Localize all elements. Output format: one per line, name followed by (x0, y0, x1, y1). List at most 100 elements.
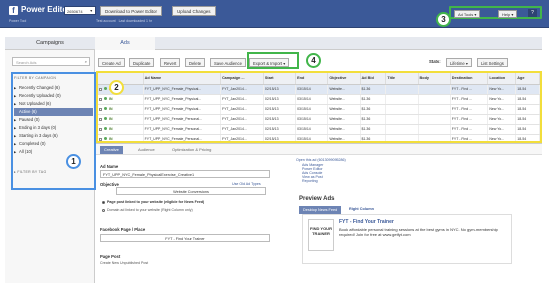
table-cell[interactable]: Website... (327, 124, 361, 135)
col-header[interactable]: Ad Bid (360, 73, 387, 85)
table-cell[interactable]: 02/15/13 (263, 94, 297, 105)
table-cell[interactable]: FYT - Find ... (450, 104, 489, 115)
table-cell[interactable]: FYT - Find ... (450, 84, 489, 95)
objective-select[interactable]: Website Conversions (116, 187, 266, 195)
list-settings-button[interactable]: List Settings (477, 58, 508, 67)
help-icon[interactable]: ? (528, 9, 537, 17)
row-controls[interactable]: IN (98, 124, 144, 135)
table-cell[interactable]: $1.36 (360, 84, 387, 95)
col-header[interactable]: Start (263, 73, 297, 85)
search-input[interactable]: Search Ads ⌕ (12, 57, 90, 66)
table-cell[interactable]: 02/15/13 (263, 134, 297, 141)
row-controls[interactable]: IN (98, 94, 144, 105)
table-cell[interactable]: FYT_Jan2014... (220, 114, 264, 125)
table-cell[interactable]: New Yo... (487, 94, 517, 105)
table-cell[interactable]: 03/15/14 (295, 114, 329, 125)
filter-by-tag-heading[interactable]: ▸ FILTER BY TAG (14, 170, 46, 174)
table-cell[interactable]: 03/15/14 (295, 124, 329, 135)
col-header[interactable]: End (295, 73, 329, 85)
table-cell[interactable]: 03/15/14 (295, 84, 329, 95)
table-cell[interactable]: 02/15/13 (263, 84, 297, 95)
filter-item[interactable]: ▶ Ending in 3 days (0) (14, 124, 93, 132)
table-cell[interactable] (418, 124, 451, 135)
tab-ads[interactable]: Ads (95, 37, 155, 50)
filter-item[interactable]: ▶ Completed (0) (14, 140, 93, 148)
download-button[interactable]: Download to Power Editor (100, 6, 163, 16)
table-cell[interactable]: FYT - Find ... (450, 124, 489, 135)
row-checkbox[interactable] (99, 127, 102, 131)
table-cell[interactable]: FYT - Find ... (450, 134, 489, 141)
table-cell[interactable]: New Yo... (487, 84, 517, 95)
table-cell[interactable]: 02/15/13 (263, 114, 297, 125)
col-header[interactable]: Ad Name (143, 73, 221, 85)
table-cell[interactable] (385, 134, 419, 141)
filter-item[interactable]: ▶ Starting in 3 days (6) (14, 132, 93, 140)
col-header[interactable]: Body (418, 73, 451, 85)
col-header[interactable]: Age (515, 73, 540, 85)
upload-changes-button[interactable]: Upload Changes (172, 6, 216, 16)
ad-headline[interactable]: FYT - Find Your Trainer (339, 219, 394, 225)
table-cell[interactable]: 03/15/14 (295, 104, 329, 115)
table-cell[interactable] (385, 124, 419, 135)
row-controls[interactable]: IN (98, 114, 144, 125)
table-cell[interactable]: FYT - Find ... (450, 94, 489, 105)
ad-tools-button[interactable]: Ad Tools ▾ (454, 10, 481, 18)
col-header[interactable]: Title (385, 73, 419, 85)
table-cell[interactable]: New Yo... (487, 134, 517, 141)
col-header[interactable]: Location (487, 73, 517, 85)
table-row[interactable]: INFYT_UPP_NYC_Female_Physical...FYT_Jan2… (98, 84, 540, 95)
row-checkbox[interactable] (99, 137, 102, 141)
table-cell[interactable]: Website... (327, 104, 361, 115)
save-audience-button[interactable]: Save Audience (210, 58, 246, 67)
table-row[interactable]: IN FYT_UPP_NYC_Female_Personal... FYT_Jan2… (98, 114, 540, 125)
table-cell[interactable]: Website... (327, 84, 361, 95)
table-cell[interactable]: New Yo... (487, 104, 517, 115)
table-cell[interactable] (418, 84, 451, 95)
filter-item[interactable]: ▶ All (10) (14, 148, 93, 156)
table-cell[interactable]: FYT_UPP_NYC_Female_Physical... (143, 94, 221, 105)
table-cell[interactable] (385, 94, 419, 105)
table-cell[interactable]: Website... (327, 114, 361, 125)
table-cell[interactable]: 18-54 (515, 84, 540, 95)
table-cell[interactable] (418, 134, 451, 141)
table-cell[interactable]: FYT_UPP_NYC_Female_Personal... (143, 124, 221, 135)
help-button[interactable]: Help ▾ (498, 10, 518, 18)
table-cell[interactable] (418, 94, 451, 105)
table-cell[interactable]: FYT_UPP_NYC_Female_Physical... (143, 104, 221, 115)
table-cell[interactable]: FYT_Jan2014... (220, 84, 264, 95)
table-cell[interactable]: 03/15/14 (295, 94, 329, 105)
create-ad-button[interactable]: Create Ad (98, 58, 125, 67)
tab-campaigns[interactable]: Campaigns (5, 37, 95, 50)
table-cell[interactable]: FYT_UPP_NYC_Female_Personal... (143, 134, 221, 141)
col-header[interactable]: Destination (450, 73, 489, 85)
row-checkbox[interactable] (99, 97, 102, 101)
table-cell[interactable]: Website... (327, 94, 361, 105)
radio-domain-ad[interactable]: Domain ad linked to your website (Right … (102, 208, 193, 212)
use-old-ad-types-link[interactable]: Use Old Ad Types (232, 182, 261, 186)
table-cell[interactable]: 02/15/13 (263, 124, 297, 135)
table-cell[interactable]: FYT - Find ... (450, 114, 489, 125)
open-ad-id[interactable]: Open this ad (6013099095286) (296, 158, 346, 162)
account-select[interactable]: 2650674 ▼ (64, 6, 96, 15)
table-cell[interactable]: $1.36 (360, 104, 387, 115)
table-cell[interactable]: 18-54 (515, 134, 540, 141)
preview-tab-desktop[interactable]: Desktop News Feed (299, 206, 342, 214)
delete-button[interactable]: Delete (185, 58, 206, 67)
row-controls[interactable]: IN (98, 104, 144, 115)
filter-item[interactable]: ▶ Paused (0) (14, 116, 93, 124)
row-checkbox[interactable] (99, 107, 102, 111)
table-cell[interactable]: FYT_UPP_NYC_Female_Personal... (143, 114, 221, 125)
table-cell[interactable]: FYT_Jan2014... (220, 124, 264, 135)
page-post-value[interactable]: Create New Unpublished Post (100, 261, 148, 265)
table-cell[interactable] (385, 114, 419, 125)
table-cell[interactable]: $1.36 (360, 134, 387, 141)
table-cell[interactable]: New Yo... (487, 114, 517, 125)
filter-item[interactable]: ▶ Recently Changed (6) (14, 84, 93, 92)
table-cell[interactable]: FYT_UPP_NYC_Female_Physical... (143, 84, 221, 95)
revert-button[interactable]: Revert (160, 58, 181, 67)
table-row[interactable]: IN FYT_UPP_NYC_Female_Personal... FYT_Jan2… (98, 134, 540, 141)
ad-name-input[interactable]: FYT_UPP_NYC_Female_PhysicalExercise_Crea… (100, 170, 270, 178)
table-cell[interactable] (385, 84, 419, 95)
table-cell[interactable]: 02/15/13 (263, 104, 297, 115)
table-cell[interactable]: 03/15/14 (295, 134, 329, 141)
